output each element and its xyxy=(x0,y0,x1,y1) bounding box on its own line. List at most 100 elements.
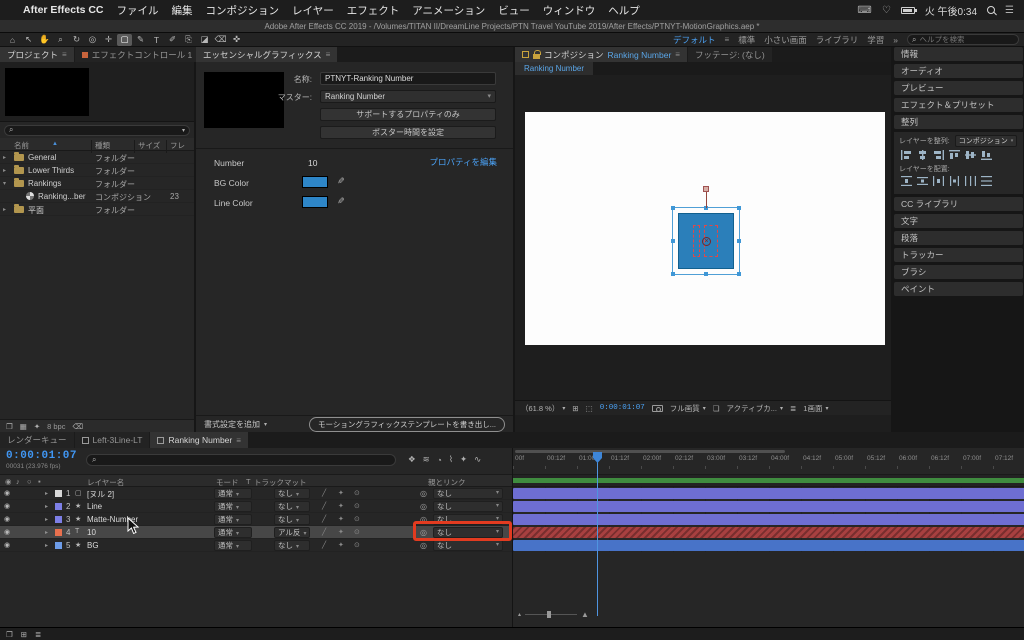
twirl-icon[interactable]: ▸ xyxy=(3,154,6,161)
panel-header-audio[interactable]: オーディオ xyxy=(894,64,1023,78)
workspace-default[interactable]: デフォルト xyxy=(673,34,716,46)
project-panel-menu-icon[interactable]: ≡ xyxy=(62,50,67,59)
timeline-zoom-slider[interactable] xyxy=(525,614,577,615)
camera-tool-icon[interactable]: ◎ xyxy=(85,34,100,46)
eye-icon[interactable]: ◉ xyxy=(4,489,10,497)
grid-options-icon[interactable]: ⊞ xyxy=(572,404,578,413)
mask-visibility-icon[interactable]: ⬚ xyxy=(586,404,593,413)
pen-tool-icon[interactable]: ✎ xyxy=(133,34,148,46)
selection-handle[interactable] xyxy=(671,239,675,243)
frame-blending-icon[interactable]: ⌇ xyxy=(449,454,453,465)
composition-mini-flowchart-icon[interactable]: ❖ xyxy=(408,454,416,465)
hide-shy-layers-icon[interactable]: ◔ xyxy=(437,454,442,465)
twirl-icon[interactable]: ▾ xyxy=(3,180,6,187)
tab-essential-graphics[interactable]: エッセンシャルグラフィックス ≡ xyxy=(196,47,337,62)
effects-switch-icon[interactable]: ✦ xyxy=(338,515,344,523)
menu-animation[interactable]: アニメーション xyxy=(412,3,485,18)
align-left-icon[interactable] xyxy=(901,150,912,160)
align-target-dropdown[interactable]: コンポジション ▾ xyxy=(955,135,1018,147)
twirl-icon[interactable]: ▸ xyxy=(45,529,48,536)
col-type[interactable]: 種類 xyxy=(95,140,110,151)
master-comp-dropdown[interactable]: Ranking Number ▾ xyxy=(320,90,496,103)
selection-handle[interactable] xyxy=(671,206,675,210)
panel-header-align[interactable]: 整列 xyxy=(894,115,1023,129)
item-name[interactable]: Lower Thirds xyxy=(28,166,74,175)
timeline-panel-menu-icon[interactable]: ≡ xyxy=(236,436,241,445)
item-name[interactable]: Rankings xyxy=(28,179,61,188)
item-name[interactable]: 平面 xyxy=(28,205,44,216)
panel-header-character[interactable]: 文字 xyxy=(894,214,1023,228)
track-matte-dropdown[interactable]: なし▾ xyxy=(274,488,310,499)
snapshot-camera-icon[interactable] xyxy=(652,405,663,412)
quality-switch-icon[interactable]: ╱ xyxy=(322,515,326,523)
label-color-chip[interactable] xyxy=(55,529,62,536)
eraser-tool-icon[interactable]: ◪ xyxy=(197,34,212,46)
layer-bar-10-selected[interactable] xyxy=(513,527,1024,538)
workspace-standard[interactable]: 標準 xyxy=(738,34,755,46)
template-name-field[interactable]: PTNYT-Ranking Number xyxy=(320,72,496,85)
project-search-input[interactable] xyxy=(16,126,179,135)
panel-header-paint[interactable]: ペイント xyxy=(894,282,1023,296)
help-search-box[interactable]: ⌕ xyxy=(907,34,1019,45)
project-search-box[interactable]: ⌕ ▾ xyxy=(4,125,190,136)
panel-header-tracker[interactable]: トラッカー xyxy=(894,248,1023,262)
workspace-small-screen[interactable]: 小さい画面 xyxy=(764,34,807,46)
blend-mode-dropdown[interactable]: 通常▾ xyxy=(214,527,252,538)
tab-composition[interactable]: コンポジション Ranking Number ≡ xyxy=(515,47,687,62)
track-matte-dropdown[interactable]: なし▾ xyxy=(274,514,310,525)
pan-behind-tool-icon[interactable]: ✛ xyxy=(101,34,116,46)
view-layout-icon[interactable]: ≣ xyxy=(790,404,796,413)
panel-header-brushes[interactable]: ブラシ xyxy=(894,265,1023,279)
tab-render-queue[interactable]: レンダーキュー xyxy=(0,432,74,448)
tab-project[interactable]: プロジェクト ≡ xyxy=(0,47,74,62)
audio-column-icon[interactable]: ♪ xyxy=(16,477,20,486)
notification-center-icon[interactable]: ☰ xyxy=(1005,5,1014,16)
layer-bar-matte-number[interactable] xyxy=(513,514,1024,525)
motion-blur-switch-icon[interactable]: ⊙ xyxy=(354,489,360,497)
blend-mode-dropdown[interactable]: 通常▾ xyxy=(214,514,252,525)
effects-switch-icon[interactable]: ✦ xyxy=(338,541,344,549)
status-grid-icon[interactable]: ⊞ xyxy=(21,630,27,639)
selected-layer-bounding-box[interactable]: × xyxy=(672,207,740,275)
supported-properties-button[interactable]: サポートするプロパティのみ xyxy=(320,108,496,121)
workspace-overflow-icon[interactable]: » xyxy=(893,35,898,45)
motion-blur-switch-icon[interactable]: ⊙ xyxy=(354,502,360,510)
app-menu-name[interactable]: After Effects CC xyxy=(23,4,104,16)
workspace-library[interactable]: ライブラリ xyxy=(816,34,859,46)
project-row-solids[interactable]: ▸ 平面 フォルダー xyxy=(0,203,194,216)
distribute-v-center-icon[interactable] xyxy=(917,176,928,186)
playhead-line[interactable] xyxy=(597,452,598,616)
layer-name[interactable]: 10 xyxy=(87,528,96,537)
blend-mode-dropdown[interactable]: 通常▾ xyxy=(214,488,252,499)
layer-bar-null2[interactable] xyxy=(513,488,1024,499)
add-formatting-dropdown[interactable]: 書式設定を追加 xyxy=(204,419,260,430)
selection-handle[interactable] xyxy=(737,272,741,276)
motion-blur-switch-icon[interactable]: ⊙ xyxy=(354,515,360,523)
parent-pickwhip-icon[interactable]: ◎ xyxy=(420,489,427,498)
zoom-out-mountain-icon[interactable]: ▴ xyxy=(518,611,521,618)
distribute-right-icon[interactable] xyxy=(981,176,992,186)
label-color-chip[interactable] xyxy=(55,542,62,549)
project-row-rankings[interactable]: ▾ Rankings フォルダー xyxy=(0,177,194,190)
clone-stamp-tool-icon[interactable]: ⎘ xyxy=(181,34,196,46)
project-row-lower-thirds[interactable]: ▸ Lower Thirds フォルダー xyxy=(0,164,194,177)
battery-icon[interactable] xyxy=(901,7,915,14)
color-depth-label[interactable]: 8 bpc xyxy=(47,422,65,431)
panel-header-preview[interactable]: プレビュー xyxy=(894,81,1023,95)
project-search-caret-icon[interactable]: ▾ xyxy=(182,127,185,134)
zoom-slider-thumb[interactable] xyxy=(547,611,551,618)
blend-mode-dropdown[interactable]: 通常▾ xyxy=(214,540,252,551)
parent-link-dropdown[interactable]: なし▾ xyxy=(433,540,503,551)
project-row-ranking-number[interactable]: Ranking...ber コンポジション 23 xyxy=(0,190,194,203)
type-tool-icon[interactable]: T xyxy=(149,34,164,46)
blend-mode-dropdown[interactable]: 通常▾ xyxy=(214,501,252,512)
selection-handle[interactable] xyxy=(737,239,741,243)
timeline-track-area[interactable]: 00f00:12f01:00f01:12f02:00f02:12f03:00f0… xyxy=(512,448,1024,627)
work-area-band[interactable] xyxy=(513,474,1024,487)
quality-switch-icon[interactable]: ╱ xyxy=(322,541,326,549)
keyboard-status-icon[interactable]: ⌨ xyxy=(857,5,871,16)
timeline-search-box[interactable]: ⌕ xyxy=(86,454,396,466)
align-bottom-icon[interactable] xyxy=(981,150,992,160)
quality-switch-icon[interactable]: ╱ xyxy=(322,528,326,536)
distribute-left-icon[interactable] xyxy=(949,176,960,186)
